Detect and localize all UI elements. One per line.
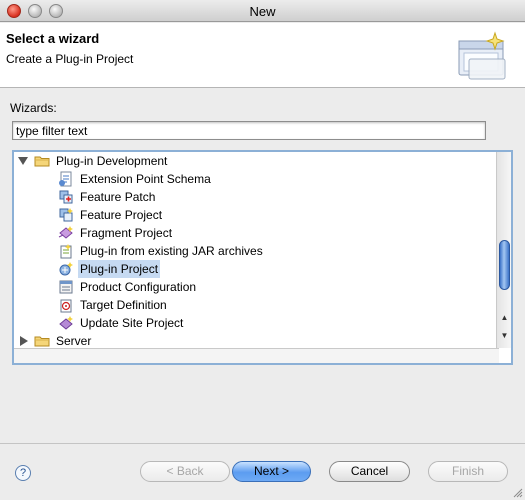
feature-project-icon xyxy=(59,208,73,222)
plugin-project-icon xyxy=(59,262,73,276)
tree-item-label: Feature Patch xyxy=(80,190,156,204)
finish-button[interactable]: Finish xyxy=(428,461,508,482)
page-title: Select a wizard xyxy=(6,31,100,46)
tree-item-label: Feature Project xyxy=(80,208,163,222)
next-button[interactable]: Next > xyxy=(232,461,311,482)
tree-item-plugin-project[interactable]: Plug-in Project xyxy=(14,260,494,278)
collapsed-triangle-icon[interactable] xyxy=(19,336,29,346)
horizontal-scrollbar[interactable] xyxy=(14,348,499,363)
wizard-header: Select a wizard Create a Plug-in Project xyxy=(0,23,525,88)
vertical-scrollbar[interactable]: ▲ ▼ xyxy=(496,152,511,348)
tree-item-extension-point-schema[interactable]: Extension Point Schema xyxy=(14,170,494,188)
tree-item-label: Extension Point Schema xyxy=(80,172,211,186)
new-wizard-banner-icon xyxy=(458,31,506,80)
tree-item-target-definition[interactable]: Target Definition xyxy=(14,296,494,314)
target-definition-icon xyxy=(60,299,72,313)
help-icon[interactable]: ? xyxy=(15,465,31,481)
jar-plugin-icon xyxy=(60,244,72,259)
tree-item-label: Fragment Project xyxy=(80,226,173,240)
schema-icon xyxy=(59,171,72,187)
footer-separator xyxy=(0,443,525,444)
wizards-label: Wizards: xyxy=(10,101,57,115)
tree-item-label: Plug-in Project xyxy=(78,260,161,278)
fragment-project-icon xyxy=(58,226,73,239)
tree-item-plugin-development[interactable]: Plug-in Development xyxy=(14,152,494,170)
wizard-tree[interactable]: Plug-in Development Extension Point Sche… xyxy=(12,150,513,365)
resize-grip-icon[interactable] xyxy=(513,488,523,498)
update-site-icon xyxy=(59,316,73,330)
folder-icon xyxy=(34,336,50,347)
page-subtitle: Create a Plug-in Project xyxy=(6,52,134,66)
window-title: New xyxy=(249,4,276,19)
tree-item-feature-patch[interactable]: Feature Patch xyxy=(14,188,494,206)
scroll-down-arrow-icon[interactable]: ▼ xyxy=(499,330,510,341)
tree-item-label: Product Configuration xyxy=(80,280,197,294)
tree-item-update-site-project[interactable]: Update Site Project xyxy=(14,314,494,332)
tree-item-label: Plug-in from existing JAR archives xyxy=(80,244,263,258)
tree-item-label: Plug-in Development xyxy=(56,154,168,168)
tree-item-fragment-project[interactable]: Fragment Project xyxy=(14,224,494,242)
cancel-button[interactable]: Cancel xyxy=(329,461,410,482)
scroll-up-arrow-icon[interactable]: ▲ xyxy=(499,312,510,323)
tree-item-label: Update Site Project xyxy=(80,316,184,330)
feature-patch-icon xyxy=(59,190,73,204)
tree-item-label: Target Definition xyxy=(80,298,167,312)
title-bar: New xyxy=(0,0,525,22)
folder-icon xyxy=(34,156,50,167)
expanded-triangle-icon[interactable] xyxy=(18,156,28,166)
tree-item-feature-project[interactable]: Feature Project xyxy=(14,206,494,224)
scrollbar-thumb[interactable] xyxy=(499,240,510,290)
tree-item-product-configuration[interactable]: Product Configuration xyxy=(14,278,494,296)
back-button[interactable]: < Back xyxy=(140,461,230,482)
tree-item-plugin-from-jar[interactable]: Plug-in from existing JAR archives xyxy=(14,242,494,260)
filter-input[interactable] xyxy=(12,121,486,140)
product-configuration-icon xyxy=(59,280,73,294)
